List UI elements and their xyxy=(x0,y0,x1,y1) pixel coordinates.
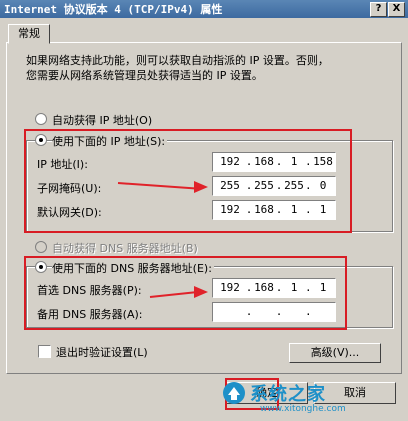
cancel-button[interactable]: 取消 xyxy=(314,382,396,404)
alternate-dns-field[interactable]: . . . xyxy=(212,302,336,322)
window-title: Internet 协议版本 4 (TCP/IPv4) 属性 xyxy=(4,3,223,16)
title-bar: Internet 协议版本 4 (TCP/IPv4) 属性 ? X xyxy=(0,0,408,18)
subnet-mask-field[interactable]: 255. 255. 255. 0 xyxy=(212,176,336,196)
ip-manual-label: 使用下面的 IP 地址(S): xyxy=(52,133,168,149)
ip-address-label: IP 地址(I): xyxy=(37,158,88,171)
tab-general[interactable]: 常规 xyxy=(8,24,50,44)
annotation-arrowhead-dns xyxy=(194,286,208,298)
validate-checkbox[interactable] xyxy=(38,345,51,358)
watermark-text: 系统之家 xyxy=(250,384,326,405)
dns-auto-radio[interactable] xyxy=(35,241,47,253)
validate-label: 退出时验证设置(L) xyxy=(56,346,148,359)
ip-auto-label: 自动获得 IP 地址(O) xyxy=(52,114,153,127)
watermark-url: www.xitonghe.com xyxy=(260,404,346,414)
gateway-label: 默认网关(D): xyxy=(37,206,102,219)
gateway-field[interactable]: 192. 168. 1. 1 xyxy=(212,200,336,220)
preferred-dns-field[interactable]: 192. 168. 1. 1 xyxy=(212,278,336,298)
annotation-arrowhead-ip xyxy=(194,181,208,193)
alternate-dns-label: 备用 DNS 服务器(A): xyxy=(37,308,143,321)
preferred-dns-label: 首选 DNS 服务器(P): xyxy=(37,284,142,297)
watermark-logo-icon xyxy=(223,382,245,404)
ip-manual-radio[interactable] xyxy=(35,134,47,146)
description-line-2: 您需要从网络系统管理员处获得适当的 IP 设置。 xyxy=(26,69,263,82)
dns-manual-label: 使用下面的 DNS 服务器地址(E): xyxy=(52,260,214,276)
description-line-1: 如果网络支持此功能，则可以获取自动指派的 IP 设置。否则， xyxy=(26,54,329,67)
ip-address-field[interactable]: 192. 168. 1. 158 xyxy=(212,152,336,172)
dns-manual-radio[interactable] xyxy=(35,261,47,273)
ip-auto-radio[interactable] xyxy=(35,113,47,125)
close-button[interactable]: X xyxy=(388,2,405,17)
dns-auto-label: 自动获得 DNS 服务器地址(B) xyxy=(52,242,198,255)
subnet-mask-label: 子网掩码(U): xyxy=(37,182,102,195)
advanced-button[interactable]: 高级(V)... xyxy=(289,343,381,363)
help-button[interactable]: ? xyxy=(370,2,387,17)
